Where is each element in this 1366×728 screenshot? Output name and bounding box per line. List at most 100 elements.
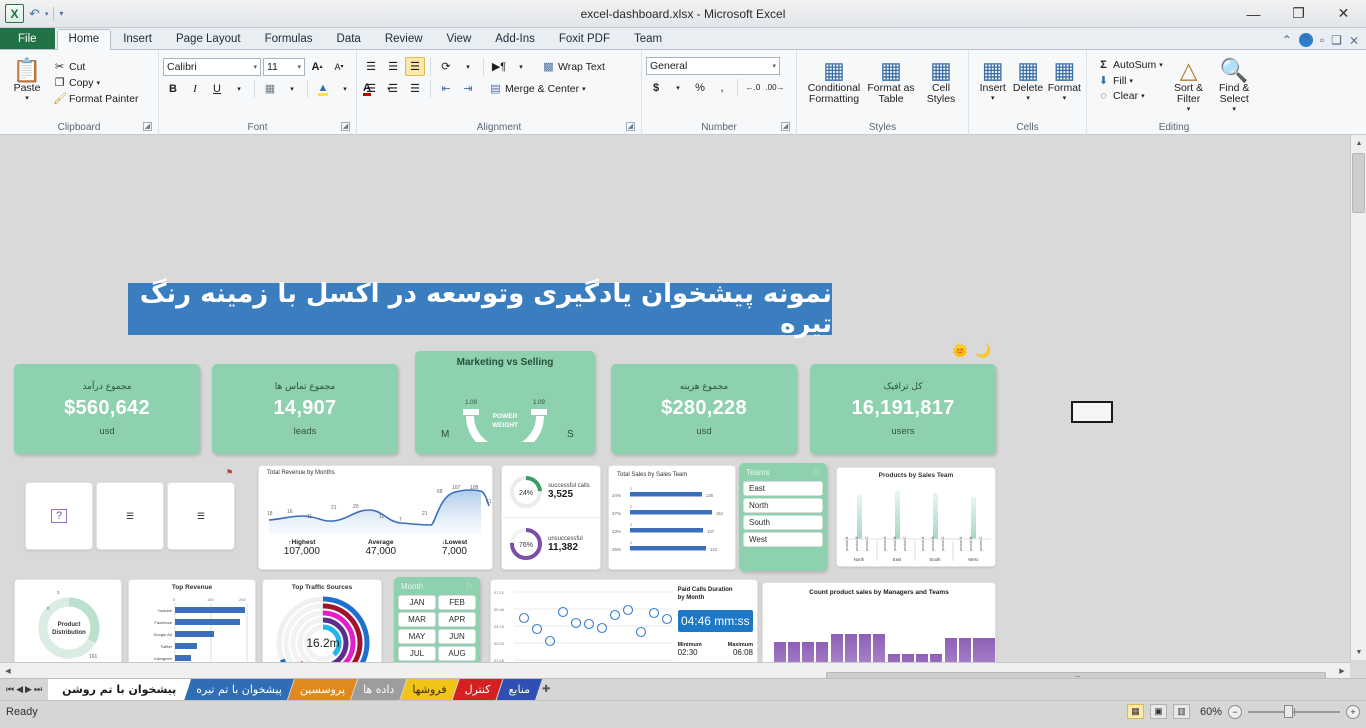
orientation-dropdown-icon[interactable]: ▾ [458,57,478,76]
alignment-dialog-launcher[interactable]: ◢ [626,122,635,131]
sheet-tab-processing[interactable]: پروسسین [288,679,357,700]
autosum-dropdown-icon[interactable]: ▾ [1159,61,1163,69]
conditional-formatting-button[interactable]: ▦ Conditional Formatting [805,55,863,105]
scroll-left-button[interactable]: ◀ [0,662,16,678]
find-select-dropdown-icon[interactable]: ▾ [1232,105,1236,113]
align-top-button[interactable]: ☰ [361,57,381,76]
customize-qat-icon[interactable]: ▾ [59,9,63,18]
decrease-indent-button[interactable]: ⇤ [436,79,456,98]
zoom-slider-handle[interactable] [1284,705,1293,718]
underline-dropdown-icon[interactable]: ▾ [229,79,249,98]
font-family-select[interactable]: Calibri ▾ [163,57,261,76]
tab-file[interactable]: File [0,28,55,49]
horizontal-scrollbar[interactable]: ◀ ☰ ▶ [0,662,1350,678]
undo-icon[interactable]: ↶ [29,6,40,22]
vertical-scroll-thumb[interactable] [1352,153,1365,213]
clipboard-dialog-launcher[interactable]: ◢ [143,122,152,131]
shrink-font-button[interactable]: A ▾ [329,57,349,76]
tab-formulas[interactable]: Formulas [253,29,325,49]
sheet-tab-dashboard-light[interactable]: پیشخوان با تم روشن [48,679,191,700]
align-right-button[interactable]: ☰ [405,79,425,98]
page-break-view-button[interactable]: ▥ [1173,704,1190,719]
slicer-item-may[interactable]: MAY [398,629,436,644]
scroll-down-button[interactable]: ▼ [1351,644,1366,660]
undo-dropdown-icon[interactable]: ▾ [45,10,49,18]
next-sheet-button[interactable]: ▶ [25,684,32,695]
placeholder-box-3[interactable]: ☰ [167,482,235,550]
currency-dropdown-icon[interactable]: ▾ [668,78,688,97]
slicer-item-mar[interactable]: MAR [398,612,436,627]
fill-color-dropdown-icon[interactable]: ▾ [335,79,355,98]
vertical-scrollbar[interactable]: ▲ ▼ [1350,135,1366,660]
excel-logo-icon[interactable]: X [5,4,24,23]
percent-style-button[interactable]: % [690,78,710,97]
merge-center-button[interactable]: ▤ Merge & Center ▾ [486,81,589,96]
zoom-level[interactable]: 60% [1196,706,1222,718]
placeholder-box-1[interactable]: ? [25,482,93,550]
sheet-tab-control[interactable]: کنترل [453,679,503,700]
autosum-button[interactable]: Σ AutoSum ▾ [1094,58,1166,72]
chart-calls-donuts[interactable]: 24% successful calls 3,525 76% unsuccess… [501,465,601,570]
format-painter-button[interactable]: 🖌 Format Painter [50,91,141,106]
align-center-button[interactable]: ☰ [383,79,403,98]
delete-cells-button[interactable]: ▦ Delete ▾ [1010,55,1045,102]
horizontal-scroll-thumb[interactable]: ☰ [826,671,1326,678]
fill-button[interactable]: ⬇ Fill ▾ [1094,73,1166,88]
tab-foxit-pdf[interactable]: Foxit PDF [547,29,622,49]
fill-color-button[interactable]: ▲ [313,79,333,98]
copy-button[interactable]: ❐ Copy ▾ [50,75,141,90]
wrap-text-button[interactable]: ▩ Wrap Text [539,59,608,74]
align-middle-button[interactable]: ☰ [383,57,403,76]
slicer-teams[interactable]: Teams ⚐ East North South West [739,463,827,571]
italic-button[interactable]: I [185,79,205,98]
text-direction-button[interactable]: ▶¶ [489,57,509,76]
cut-button[interactable]: ✂ Cut [50,59,141,74]
bold-button[interactable]: B [163,79,183,98]
zoom-in-button[interactable]: + [1346,704,1360,719]
merge-dropdown-icon[interactable]: ▾ [582,85,586,93]
selected-cell[interactable] [1071,401,1113,423]
text-direction-dropdown-icon[interactable]: ▾ [511,57,531,76]
copy-dropdown-icon[interactable]: ▾ [97,79,101,87]
font-dialog-launcher[interactable]: ◢ [341,122,350,131]
clear-filter-icon[interactable]: ⚐ [813,468,820,477]
chevron-down-icon[interactable]: ▾ [293,63,301,71]
find-select-button[interactable]: 🔍 Find & Select ▾ [1211,55,1257,113]
scroll-up-button[interactable]: ▲ [1351,135,1366,151]
scroll-right-button[interactable]: ▶ [1334,662,1350,678]
fill-dropdown-icon[interactable]: ▾ [1129,77,1133,85]
tab-view[interactable]: View [435,29,484,49]
grow-font-button[interactable]: A ▴ [307,57,327,76]
zoom-out-button[interactable]: − [1228,704,1242,719]
slicer-item-south[interactable]: South [743,515,823,530]
increase-decimal-button[interactable]: ←.0 [743,78,763,97]
sort-filter-button[interactable]: △ Sort & Filter ▾ [1166,55,1212,113]
close-button[interactable]: ✕ [1321,0,1366,27]
tab-data[interactable]: Data [325,29,373,49]
slicer-item-jul[interactable]: JUL [398,646,436,661]
slicer-item-jan[interactable]: JAN [398,595,436,610]
slicer-item-north[interactable]: North [743,498,823,513]
paste-button[interactable]: 📋 Paste ▾ [4,55,50,102]
slicer-item-aug[interactable]: AUG [438,646,476,661]
align-left-button[interactable]: ☰ [361,79,381,98]
chevron-down-icon[interactable]: ▾ [249,63,257,71]
insert-cells-button[interactable]: ▦ Insert ▾ [976,55,1009,102]
clear-button[interactable]: ◌ Clear ▾ [1094,89,1166,103]
format-as-table-button[interactable]: ▦ Format as Table [865,55,917,105]
prev-sheet-button[interactable]: ◀ [16,684,23,695]
delete-dropdown-icon[interactable]: ▾ [1026,94,1030,102]
tab-insert[interactable]: Insert [111,29,164,49]
sheet-tab-sales[interactable]: فروشها [400,679,458,700]
slicer-item-jun[interactable]: JUN [438,629,476,644]
number-dialog-launcher[interactable]: ◢ [781,122,790,131]
clear-filter-icon[interactable]: ⚐ [466,582,473,591]
chart-total-revenue-by-months[interactable]: Total Revenue by Months 18 16 11 21 20 11 7 2… [258,465,493,570]
normal-view-button[interactable]: ▦ [1127,704,1144,719]
number-format-select[interactable]: General ▾ [646,57,780,75]
slicer-item-east[interactable]: East [743,481,823,496]
tab-review[interactable]: Review [373,29,435,49]
worksheet-area[interactable]: نمونه پیشخوان یادگیری وتوسعه در اکسل با … [0,135,1366,678]
comma-style-button[interactable]: , [712,78,732,97]
format-cells-button[interactable]: ▦ Format ▾ [1047,55,1082,102]
